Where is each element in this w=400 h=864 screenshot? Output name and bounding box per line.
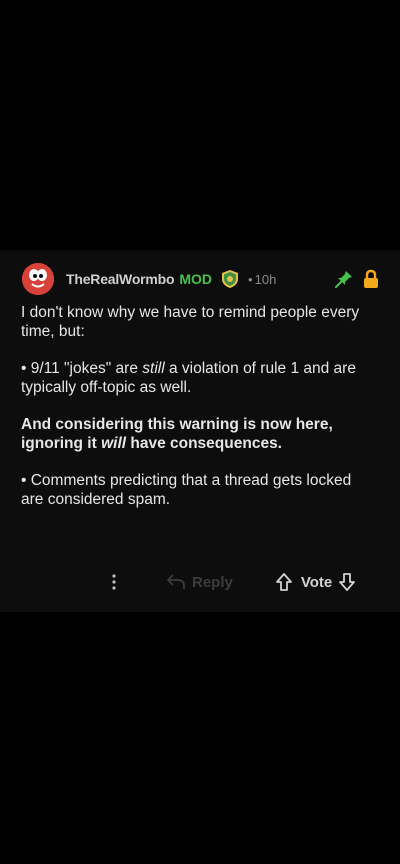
comment-paragraph-2: • 9/11 "jokes" are still a violation of … — [21, 359, 376, 397]
lock-icon — [364, 269, 378, 288]
paragraph-3-emphasis: will — [101, 435, 127, 452]
page: TheRealWormbo MOD • 10h I don't know why… — [0, 0, 400, 864]
reply-label: Reply — [192, 573, 233, 591]
comment-body: I don't know why we have to remind peopl… — [21, 303, 376, 527]
pin-icon — [335, 271, 352, 288]
shield-icon — [222, 270, 239, 288]
avatar[interactable] — [22, 263, 54, 295]
reply-button[interactable]: Reply — [166, 573, 233, 591]
comment-paragraph-4: • Comments predicting that a thread gets… — [21, 472, 352, 508]
downvote-icon[interactable] — [338, 572, 356, 592]
separator-dot: • — [248, 271, 253, 287]
paragraph-2-prefix: • 9/11 "jokes" are — [21, 360, 143, 377]
paragraph-3-suffix: have consequences. — [126, 435, 282, 452]
upvote-icon[interactable] — [275, 572, 293, 592]
comment-header: TheRealWormbo MOD • 10h — [22, 262, 380, 296]
paragraph-2-emphasis: still — [142, 360, 165, 377]
reply-icon — [167, 574, 185, 589]
more-icon[interactable] — [110, 572, 118, 592]
vote-label: Vote — [300, 573, 333, 591]
comment-paragraph-3: And considering this warning is now here… — [21, 415, 376, 453]
comment-paragraph-1: I don't know why we have to remind peopl… — [21, 304, 360, 340]
author-name[interactable]: TheRealWormbo — [66, 271, 175, 287]
avatar-icon — [22, 263, 54, 295]
mod-tag: MOD — [179, 271, 213, 287]
comment-actions: Reply Vote — [110, 570, 390, 594]
vote-controls: Vote — [275, 572, 356, 592]
timestamp: 10h — [254, 271, 277, 287]
